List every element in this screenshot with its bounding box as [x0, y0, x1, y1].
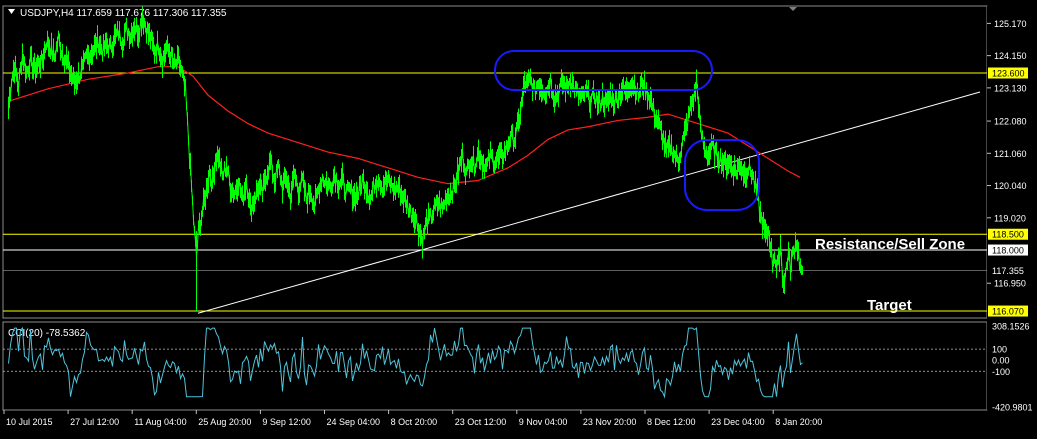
- x-tick-label: 23 Dec 04:00: [711, 417, 765, 427]
- x-tick-label: 24 Sep 04:00: [327, 417, 381, 427]
- x-tick-label: 9 Nov 04:00: [519, 417, 568, 427]
- x-tick-label: 27 Jul 12:00: [70, 417, 119, 427]
- x-tick-label: 23 Nov 20:00: [583, 417, 637, 427]
- cci-tick-label: -420.9801: [992, 402, 1033, 412]
- cci-line: [8, 327, 803, 399]
- x-tick-label: 8 Jan 20:00: [775, 417, 822, 427]
- y-tick-label: 116.950: [994, 279, 1026, 289]
- price-layer: [8, 6, 803, 312]
- x-tick-label: 25 Aug 20:00: [198, 417, 251, 427]
- level-tag-label: 118.000: [992, 246, 1024, 256]
- level-tag-label: 116.070: [992, 307, 1024, 317]
- cci-tick-label: 0.00: [992, 356, 1010, 366]
- y-tick-label: 124.150: [994, 51, 1027, 61]
- horizontal-levels: [3, 72, 987, 312]
- price-bars: [8, 6, 803, 294]
- symbol-info: USDJPY,H4 117.659 117.676 117.306 117.35…: [20, 8, 227, 19]
- target-annotation: Target: [867, 297, 912, 314]
- y-tick-label: 123.130: [994, 83, 1027, 93]
- chevron-down-icon[interactable]: [8, 9, 15, 14]
- y-tick-label: 125.170: [994, 19, 1027, 29]
- x-tick-label: 8 Oct 20:00: [391, 417, 438, 427]
- level-tag-label: 123.600: [992, 69, 1025, 79]
- time-axis: 10 Jul 2015 27 Jul 12:00 11 Aug 04:00 25 Au…: [3, 410, 822, 427]
- moving-average-line: [7, 66, 801, 185]
- cci-layer: 308.1526 1000.00-100 -420.9801: [3, 322, 1033, 412]
- y-tick-label: 122.080: [994, 117, 1027, 127]
- x-tick-label: 23 Oct 12:00: [455, 417, 507, 427]
- cci-panel-frame: [2, 321, 988, 411]
- x-tick-label: 8 Dec 12:00: [647, 417, 696, 427]
- cci-tick-label: 100: [992, 345, 1007, 355]
- chart-svg: USDJPY,H4 117.659 117.676 117.306 117.35…: [2, 5, 1035, 427]
- x-tick-label: 9 Sep 12:00: [262, 417, 311, 427]
- y-tick-label: 120.040: [994, 181, 1027, 191]
- resistance-annotation: Resistance/Sell Zone: [815, 236, 965, 253]
- level-tag-label: 118.500: [992, 230, 1024, 240]
- chevron-down-icon[interactable]: [789, 7, 797, 11]
- cci-tick-label: 308.1526: [992, 322, 1030, 332]
- x-tick-label: 10 Jul 2015: [6, 417, 53, 427]
- usdjpy-chart: USDJPY,H4 117.659 117.676 117.306 117.35…: [0, 0, 1037, 434]
- price-line: [8, 17, 803, 286]
- y-tick-label: 121.060: [994, 149, 1027, 159]
- level-tag-label: 117.355: [992, 266, 1024, 276]
- cci-tick-label: -100: [992, 367, 1010, 377]
- moving-average-layer: [7, 66, 801, 185]
- x-tick-label: 11 Aug 04:00: [134, 417, 186, 427]
- y-tick-label: 119.020: [994, 213, 1026, 223]
